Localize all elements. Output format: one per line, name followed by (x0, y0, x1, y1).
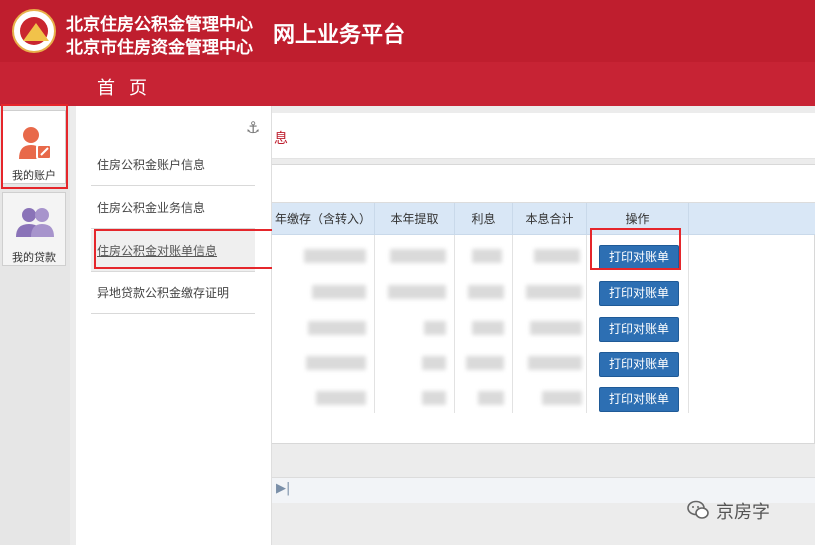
print-statement-button[interactable]: 打印对账单 (599, 281, 679, 306)
grid-toolbar (272, 165, 815, 203)
org-name-line2: 北京市住房资金管理中心 (66, 38, 253, 58)
highlight-box-account (1, 104, 68, 189)
breadcrumb: 息 (272, 113, 815, 159)
print-statement-button[interactable]: 打印对账单 (599, 352, 679, 377)
print-statement-button[interactable]: 打印对账单 (599, 387, 679, 412)
col-year-deposit: 年缴存（含转入） (272, 203, 375, 235)
app-header: 北京住房公积金管理中心 北京市住房资金管理中心 网上业务平台 (0, 0, 815, 62)
tab-my-loan[interactable]: 我的贷款 (2, 192, 66, 266)
anchor-pin-icon[interactable]: ⚓ (246, 118, 260, 137)
platform-title: 网上业务平台 (273, 22, 406, 48)
tab-my-loan-label: 我的贷款 (12, 251, 56, 264)
col-total: 本息合计 (513, 203, 587, 235)
users-icon (16, 208, 54, 237)
print-statement-button[interactable]: 打印对账单 (599, 317, 679, 342)
menu-item-business-info[interactable]: 住房公积金业务信息 (91, 187, 255, 229)
main-nav: 首页 (0, 62, 815, 106)
highlight-box-print (590, 228, 681, 270)
nav-home-link[interactable]: 首页 (97, 74, 161, 100)
wechat-icon (687, 500, 709, 519)
menu-item-remote-loan-cert[interactable]: 异地贷款公积金缴存证明 (91, 272, 255, 314)
main-content: 息 年缴存（含转入） 本年提取 利息 本息合计 操作 打印对账单 打印对账单 打… (272, 106, 815, 545)
breadcrumb-fragment: 息 (274, 131, 288, 147)
submenu-panel: ⚓ 住房公积金账户信息 住房公积金业务信息 住房公积金对账单信息 异地贷款公积金… (76, 106, 272, 545)
menu-item-account-info[interactable]: 住房公积金账户信息 (91, 144, 255, 186)
last-page-icon[interactable]: ▶| (276, 481, 290, 496)
org-name-line1: 北京住房公积金管理中心 (66, 15, 253, 35)
statement-grid: 年缴存（含转入） 本年提取 利息 本息合计 操作 打印对账单 打印对账单 打印对… (272, 164, 815, 503)
col-year-withdraw: 本年提取 (375, 203, 455, 235)
org-logo-icon (12, 9, 56, 53)
highlight-box-statement (94, 229, 275, 269)
table-header: 年缴存（含转入） 本年提取 利息 本息合计 操作 (272, 203, 815, 235)
watermark-text: 京房字 (716, 502, 770, 523)
col-interest: 利息 (455, 203, 513, 235)
